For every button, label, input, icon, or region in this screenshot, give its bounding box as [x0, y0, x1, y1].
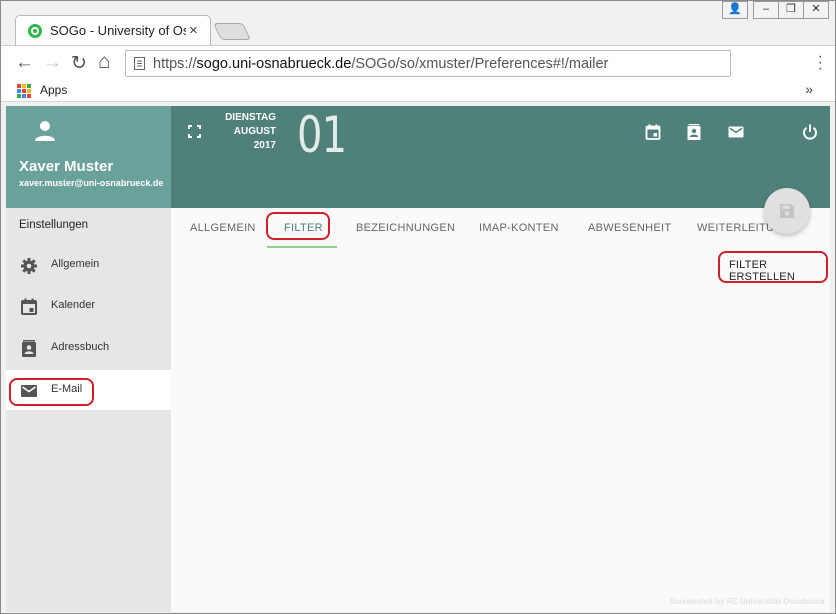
calendar-icon: [21, 298, 37, 315]
date-block: DIENSTAG AUGUST 2017: [206, 111, 276, 153]
user-avatar-icon: [35, 121, 55, 141]
fullscreen-icon[interactable]: [188, 125, 201, 138]
url-path: /SOGo/so/xmuster/Preferences#!/mailer: [351, 56, 609, 72]
apps-bookmark[interactable]: Apps: [40, 83, 67, 97]
apps-grid-icon[interactable]: [17, 84, 31, 98]
date-month: AUGUST: [233, 126, 276, 137]
address-bar[interactable]: https://sogo.uni-osnabrueck.de/SOGo/so/x…: [125, 50, 731, 77]
sidebar-item-adressbuch[interactable]: Adressbuch: [6, 328, 171, 368]
user-email: xaver.muster@uni-osnabrueck.de: [19, 178, 164, 188]
mail-icon[interactable]: [728, 124, 744, 140]
date-day: 01: [297, 106, 347, 164]
new-tab-button[interactable]: [213, 23, 251, 40]
browser-toolbar: ← → ↻ ⌂ https://sogo.uni-osnabrueck.de/S…: [1, 45, 835, 80]
sidebar-item-kalender[interactable]: Kalender: [6, 286, 171, 326]
more-bookmarks-icon[interactable]: »: [805, 81, 813, 97]
home-icon[interactable]: ⌂: [98, 50, 111, 74]
maximize-button[interactable]: ❐: [778, 1, 804, 19]
browser-titlebar: SOGo - University of Osnabrück × 👤 – ❐ ✕: [1, 1, 835, 45]
date-weekday: DIENSTAG: [225, 112, 276, 123]
contacts-icon: [22, 340, 36, 357]
tab-abwesenheit[interactable]: ABWESENHEIT: [588, 222, 671, 234]
bookmarks-bar: Apps »: [1, 80, 835, 102]
tab-close-icon[interactable]: ×: [189, 22, 198, 39]
app-header: DIENSTAG AUGUST 2017 01: [171, 106, 830, 208]
url-host: sogo.uni-osnabrueck.de: [196, 56, 352, 72]
annotation-email-item: [9, 378, 94, 406]
sidebar-item-label: Kalender: [51, 299, 96, 311]
tab-imap-konten[interactable]: IMAP-KONTEN: [479, 222, 559, 234]
back-icon[interactable]: ←: [15, 52, 34, 74]
browser-window: SOGo - University of Osnabrück × 👤 – ❐ ✕…: [0, 0, 836, 614]
sidebar-item-label: Adressbuch: [51, 341, 110, 353]
calendar-icon[interactable]: [645, 124, 661, 140]
sogo-preferences-page: Xaver Muster xaver.muster@uni-osnabrueck…: [6, 106, 830, 612]
sidebar: Xaver Muster xaver.muster@uni-osnabrueck…: [6, 106, 171, 612]
sidebar-heading: Einstellungen: [19, 219, 89, 231]
tab-bezeichnungen[interactable]: BEZEICHNUNGEN: [356, 222, 455, 234]
url-text: https://sogo.uni-osnabrueck.de/SOGo/so/x…: [153, 56, 608, 72]
sidebar-item-label: Allgemein: [51, 258, 100, 270]
sidebar-item-allgemein[interactable]: Allgemein: [6, 245, 171, 285]
browser-tab[interactable]: SOGo - University of Osnabrück ×: [15, 15, 211, 45]
save-button[interactable]: [764, 188, 810, 234]
reload-icon[interactable]: ↻: [71, 52, 87, 75]
user-name: Xaver Muster: [19, 158, 114, 175]
annotation-filter-create: [718, 251, 828, 283]
active-tab-indicator: [267, 246, 337, 248]
power-icon[interactable]: [802, 124, 818, 140]
save-icon: [780, 204, 794, 218]
annotation-filter-tab: [266, 212, 330, 240]
contacts-icon[interactable]: [686, 124, 702, 140]
browser-menu-icon[interactable]: · · ·: [818, 49, 823, 77]
minimize-button[interactable]: –: [753, 1, 779, 19]
page-info-icon[interactable]: [134, 57, 145, 70]
url-prefix: https://: [153, 56, 197, 72]
forward-icon[interactable]: →: [43, 52, 62, 74]
gear-icon: [21, 258, 37, 274]
tab-title: SOGo - University of Osnabrück: [50, 23, 186, 38]
window-controls: 👤 – ❐ ✕: [722, 1, 829, 19]
user-card: Xaver Muster xaver.muster@uni-osnabrueck…: [6, 106, 171, 208]
date-year: 2017: [253, 140, 276, 151]
sogo-favicon-icon: [28, 24, 42, 38]
profile-icon[interactable]: 👤: [722, 1, 748, 19]
tab-allgemein[interactable]: ALLGEMEIN: [190, 222, 256, 234]
watermark: Screenshot by RZ Universität Osnabrück: [669, 597, 825, 606]
close-window-button[interactable]: ✕: [803, 1, 829, 19]
